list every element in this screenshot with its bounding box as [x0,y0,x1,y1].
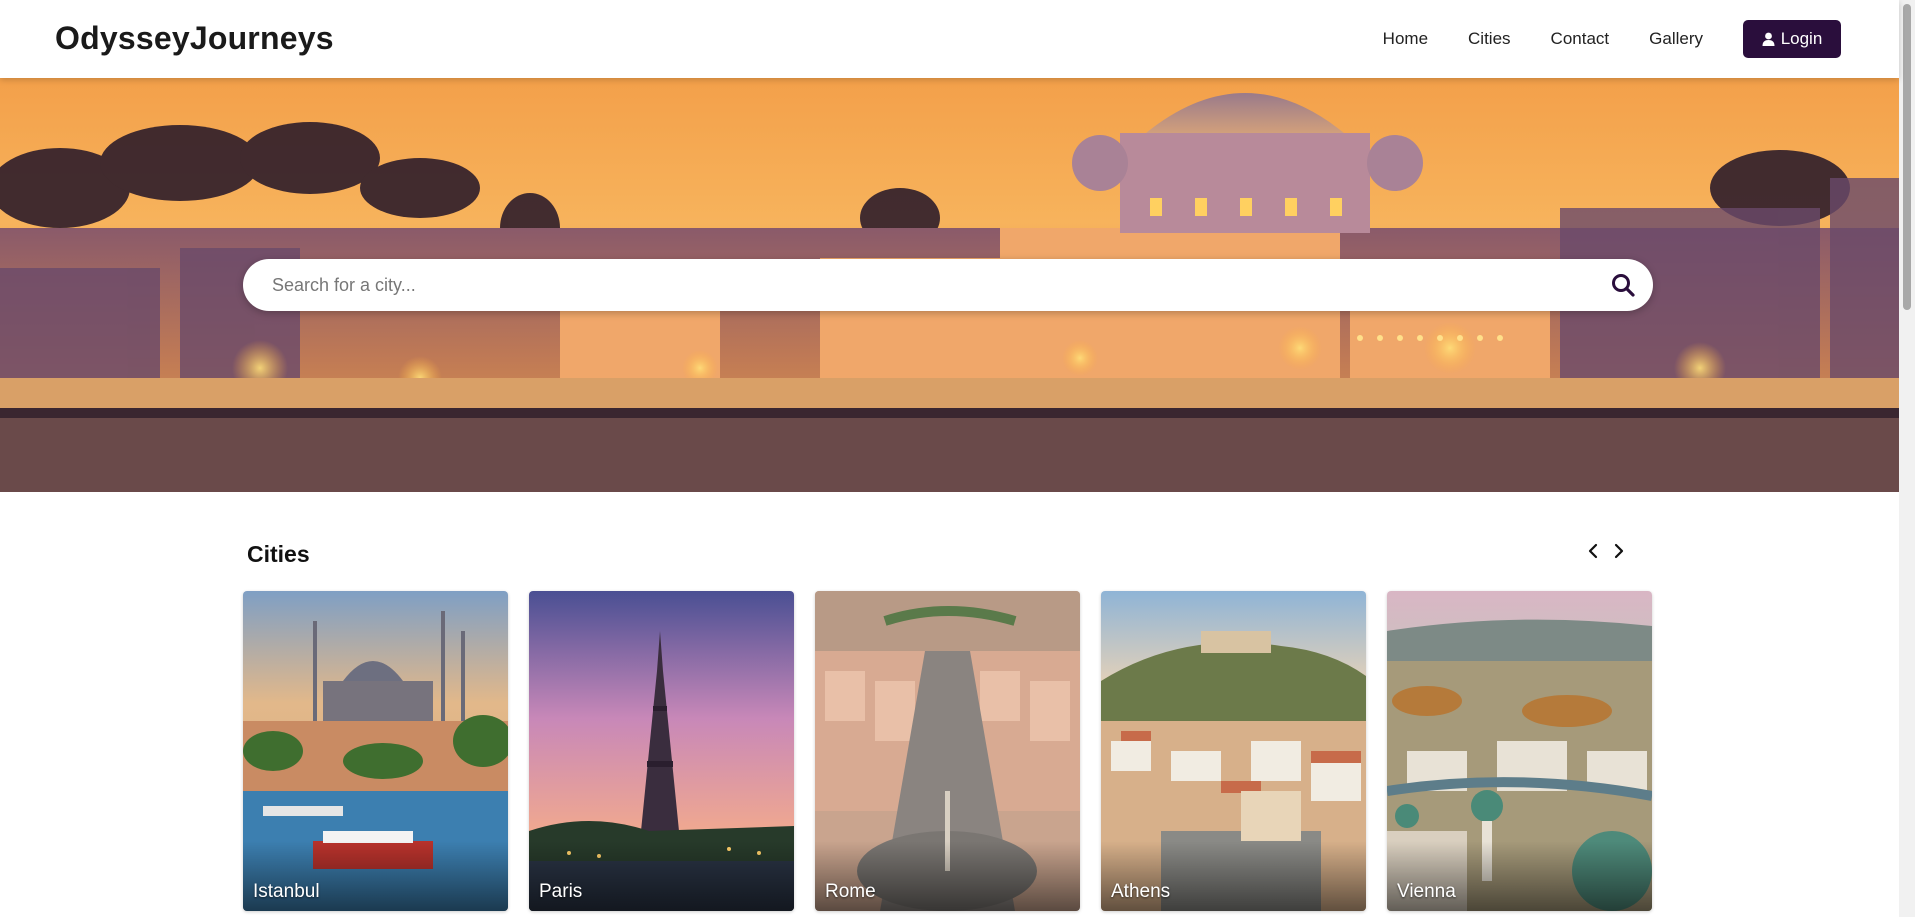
city-card-athens[interactable]: Athens [1101,591,1366,911]
nav-links: Home Cities Contact Gallery Login [1383,20,1841,58]
city-card-vienna[interactable]: Vienna [1387,591,1652,911]
search-bar [243,259,1653,311]
carousel-controls [1585,538,1627,564]
city-cards: Istanbul Paris Rome Athens Vienna [243,591,1652,911]
city-label: Paris [539,881,583,902]
login-button[interactable]: Login [1743,20,1841,58]
cities-heading: Cities [247,541,310,567]
city-label: Istanbul [253,881,320,902]
city-label: Rome [825,881,876,902]
chevron-left-icon [1588,543,1598,559]
city-card-paris[interactable]: Paris [529,591,794,911]
city-card-rome[interactable]: Rome [815,591,1080,911]
nav-gallery[interactable]: Gallery [1649,20,1703,58]
login-label: Login [1780,29,1823,48]
scrollbar-thumb[interactable] [1903,4,1911,310]
carousel-prev-button[interactable] [1585,538,1601,564]
search-input[interactable] [243,259,1593,311]
city-label: Vienna [1397,881,1456,902]
nav-cities[interactable]: Cities [1468,20,1511,58]
city-card-istanbul[interactable]: Istanbul [243,591,508,911]
city-label: Athens [1111,881,1171,902]
navbar: OdysseyJourneys Home Cities Contact Gall… [0,0,1899,78]
brand-logo[interactable]: OdysseyJourneys [55,20,334,57]
search-button[interactable] [1593,259,1653,311]
hero-banner [0,78,1899,492]
nav-contact[interactable]: Contact [1551,20,1610,58]
carousel-next-button[interactable] [1611,538,1627,564]
user-icon [1762,32,1775,46]
search-icon [1612,274,1635,297]
chevron-right-icon [1614,543,1624,559]
nav-home[interactable]: Home [1383,20,1428,58]
page-scrollbar[interactable] [1899,0,1915,917]
